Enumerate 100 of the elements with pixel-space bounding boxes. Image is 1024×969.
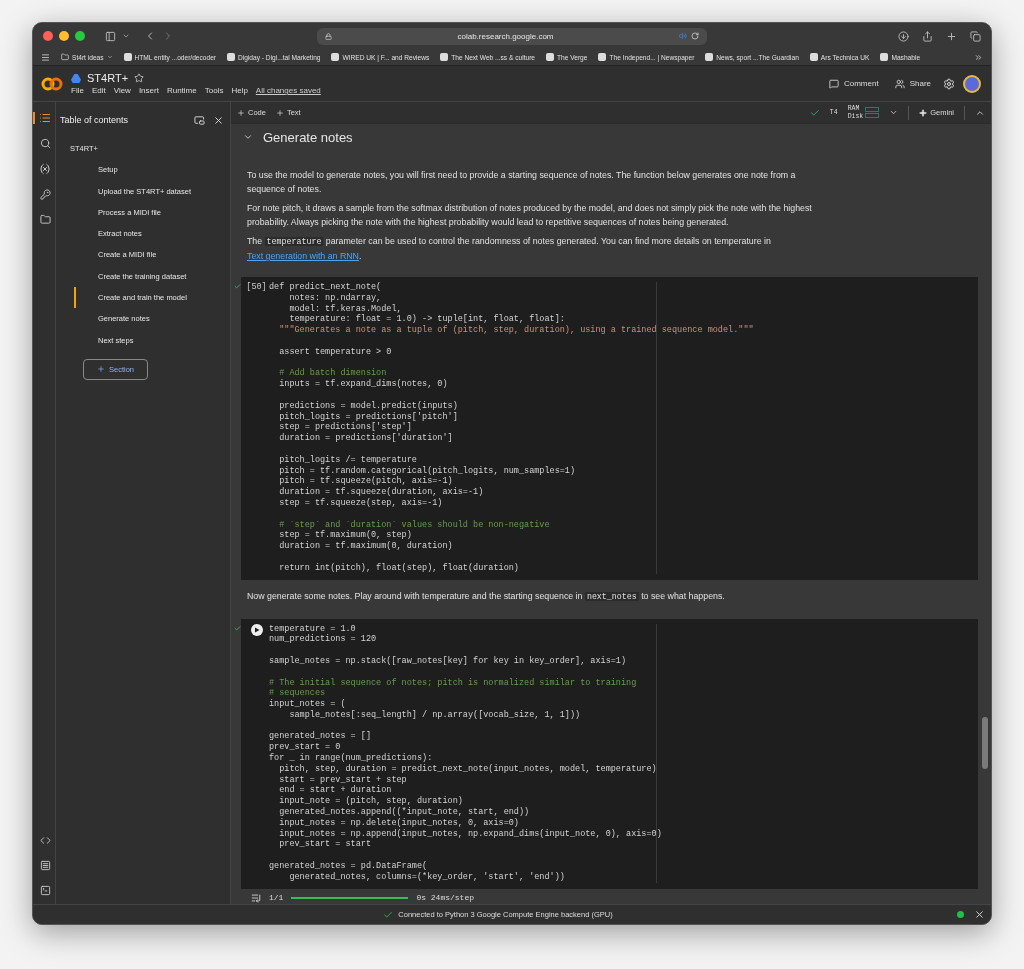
avatar[interactable] <box>963 74 981 93</box>
code-line: notes: np.ndarray, <box>288 292 383 304</box>
menu-item[interactable]: Help <box>231 86 248 95</box>
code-line: inputs = tf.expand_dims(notes, 0) <box>278 379 449 390</box>
comment-button[interactable]: Comment <box>824 75 883 92</box>
favicon-icon <box>440 53 449 61</box>
code-line: pitch, step, duration = predict_next_note(input_notes, model, temperature) <box>278 763 658 775</box>
code-line: sample_notes = np.stack([raw_notes[key] for key in key_order], axis=1) <box>269 655 628 667</box>
sidebar-icon[interactable] <box>105 30 116 42</box>
code-line: prev_start = start <box>278 839 373 851</box>
favicon-icon <box>705 53 714 61</box>
settings-icon[interactable] <box>943 77 955 90</box>
code-line: prev_start = 0 <box>269 742 342 753</box>
paragraph: To use the model to generate notes, you will first need to provide a starting sequence of notes. The function below generates one note from a sequence of notes. <box>247 169 797 196</box>
menu-item[interactable]: File <box>71 86 84 95</box>
code-line: start = prev_start + step <box>278 774 408 785</box>
menu-item[interactable]: Edit <box>91 86 106 95</box>
code-line: end = start + duration <box>278 785 393 796</box>
code-line: generated_notes.append((*input_note, start, end)) <box>278 807 531 818</box>
menu-item[interactable]: Runtime <box>166 86 197 95</box>
code-line: # sequences <box>269 688 327 699</box>
code-line: pitch_logits = predictions['pitch'] <box>278 411 459 422</box>
disk-bar-icon <box>865 113 880 118</box>
favicon-icon <box>227 53 235 61</box>
close-window-button[interactable] <box>43 31 53 41</box>
paragraph: Now generate some notes. Play around with temperature and the starting sequence in next_notes to see what happens. <box>247 589 726 603</box>
zoom-window-button[interactable] <box>75 31 85 41</box>
menu-icon[interactable] <box>41 52 50 62</box>
share-button[interactable]: Share <box>890 75 935 92</box>
code-line: def predict_next_note( <box>269 282 383 293</box>
progress-timing: 0s 24ms/step <box>416 893 474 903</box>
code-line: temperature = 1.0 <box>269 623 357 634</box>
minimize-window-button[interactable] <box>59 31 69 41</box>
plus-icon <box>97 365 105 374</box>
paragraph: For note pitch, it draws a sample from the softmax distribution of notes produced by the model, and does not simply pick the note with the highest probability. Always picking the note with the highest probability would lead to repetitive sequences of notes being generated. <box>247 202 813 229</box>
code-line: model: tf.keras.Model, <box>288 303 403 314</box>
code-line: input_notes = np.delete(input_notes, 0, axis=0) <box>278 817 520 829</box>
code-line: for _ in range(num_predictions): <box>269 753 434 764</box>
check-icon <box>383 909 394 920</box>
check-icon <box>809 107 820 118</box>
favicon-icon <box>546 53 554 61</box>
code-line: pitch_logits /= temperature <box>278 454 418 466</box>
favicon-icon <box>123 53 132 61</box>
notebook-title[interactable]: ST4RT+ <box>87 72 129 84</box>
code-line: # The initial sequence of notes; pitch is normalized similar to training <box>269 677 638 689</box>
favicon-icon <box>598 53 607 61</box>
code-line: step = tf.squeeze(step, axis=-1) <box>278 497 444 509</box>
caret-icon <box>106 54 113 60</box>
menu-item[interactable]: Insert <box>138 86 159 95</box>
sparkle-icon <box>919 108 928 117</box>
drive-icon <box>71 73 81 83</box>
code-line: num_predictions = 120 <box>269 634 378 646</box>
section-heading: Generate notes <box>263 129 353 145</box>
chevron-down-icon[interactable] <box>122 32 130 40</box>
reload-icon[interactable] <box>691 32 699 40</box>
menu-item[interactable]: Tools <box>204 86 224 95</box>
download-icon[interactable] <box>898 30 909 42</box>
caret-icon[interactable] <box>889 108 899 117</box>
execution-count: [50] <box>246 282 267 294</box>
more-bookmarks-icon[interactable] <box>974 52 983 62</box>
popout-icon[interactable] <box>194 114 205 126</box>
code-line: duration = tf.maximum(0, duration) <box>278 541 454 552</box>
play-icon <box>253 626 260 633</box>
comment-icon <box>828 78 839 89</box>
favicon-icon <box>880 53 889 61</box>
chevron-down-icon[interactable] <box>243 132 253 142</box>
code-line: # Add batch dimension <box>278 368 388 379</box>
save-status-link[interactable]: All changes saved <box>255 86 321 95</box>
ram-bar-icon <box>865 107 880 112</box>
new-tab-icon[interactable] <box>946 30 957 42</box>
tabs-icon[interactable] <box>970 30 981 42</box>
code-line: generated_notes, columns=(*key_order, 'start', 'end')) <box>288 871 566 883</box>
plus-icon <box>237 108 245 117</box>
run-button[interactable] <box>250 623 263 636</box>
panel-title: Table of contents <box>60 115 130 125</box>
code-line: generated_notes = pd.DataFrame( <box>269 861 429 872</box>
check-icon <box>233 624 241 632</box>
link[interactable]: Text generation with an RNN <box>247 251 359 261</box>
plus-icon <box>275 108 284 117</box>
code-line: pitch = tf.squeeze(pitch, axis=-1) <box>278 476 454 487</box>
code-line: # `step` and `duration` values should be non-negative <box>278 519 551 530</box>
output-toggle-icon[interactable] <box>251 892 261 903</box>
close-icon[interactable] <box>213 114 224 126</box>
scrollbar-thumb[interactable] <box>982 717 988 769</box>
code-line: input_notes = ( <box>269 699 347 710</box>
code-line: input_notes = np.append(input_notes, np.expand_dims(input_note, 0), axis=0) <box>278 828 663 840</box>
code-line: generated_notes = [] <box>269 731 373 743</box>
star-icon[interactable] <box>134 73 145 83</box>
close-icon[interactable] <box>974 909 985 920</box>
code-line: duration = tf.squeeze(duration, axis=-1) <box>278 487 485 498</box>
share-icon[interactable] <box>922 30 933 42</box>
address-bar[interactable]: colab.research.google.com <box>317 27 707 45</box>
code-line: sample_notes[:seq_length] / np.array([vocab_size, 1, 1])) <box>288 709 582 721</box>
paragraph: The temperature parameter can be used to control the randomness of notes generated. You can find more details on temperature in Text generation with an RNN. <box>247 235 772 263</box>
status-dot <box>957 911 964 918</box>
favicon-icon <box>809 53 818 61</box>
menu-item[interactable]: View <box>113 86 131 95</box>
code-line: return int(pitch), float(step), float(duration) <box>278 562 520 574</box>
code-line: temperature: float = 1.0) -> tuple[int, float, float]: <box>288 314 566 325</box>
code-line: duration = predictions['duration'] <box>278 433 454 444</box>
